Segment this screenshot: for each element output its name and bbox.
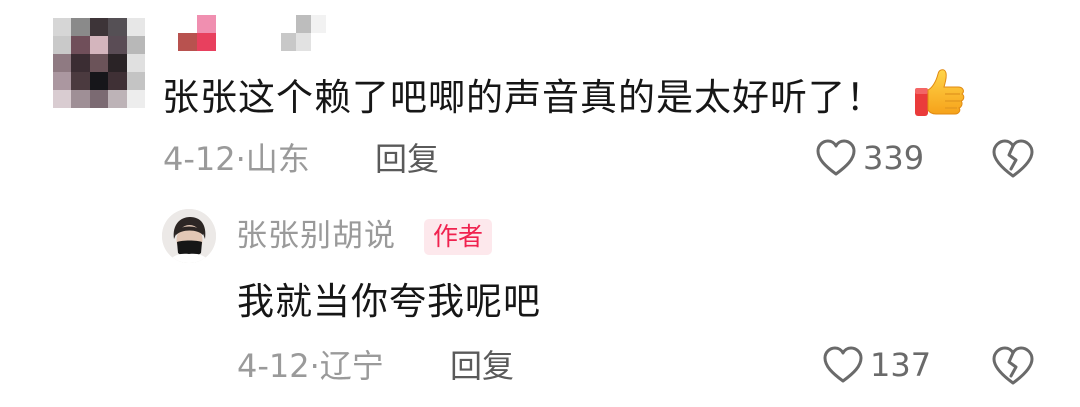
commenter-avatar[interactable]	[53, 18, 145, 108]
avatar-photo	[162, 209, 216, 263]
comment-date: 4-12	[163, 140, 236, 178]
reply-reply-button[interactable]: 回复	[450, 346, 514, 386]
broken-heart-icon[interactable]	[991, 138, 1035, 180]
author-badge: 作者	[424, 219, 493, 255]
broken-heart-icon[interactable]	[991, 345, 1035, 387]
comment-text: 张张这个赖了吧唧的声音真的是太好听了！	[162, 76, 884, 119]
like-count: 339	[863, 139, 925, 177]
reply-location: 辽宁	[319, 347, 384, 385]
reply-author-avatar[interactable]	[162, 209, 216, 263]
reply-like-button[interactable]: 137	[822, 345, 931, 385]
commenter-name-redacted	[178, 15, 216, 51]
meta-separator: ·	[235, 140, 246, 178]
reply-text: 我就当你夸我呢吧	[237, 280, 541, 323]
reply-author-name[interactable]: 张张别胡说	[236, 215, 396, 257]
reply-meta: 4-12·辽宁	[237, 346, 384, 386]
reply-date: 4-12	[237, 347, 310, 385]
commenter-name-redacted-2	[266, 15, 326, 51]
reply-like-count: 137	[870, 346, 932, 384]
heart-icon	[816, 139, 856, 176]
comment-location: 山东	[245, 140, 310, 178]
meta-separator: ·	[309, 347, 320, 385]
heart-icon	[823, 346, 863, 383]
comment-meta: 4-12·山东	[163, 139, 310, 179]
thumbs-up-icon	[915, 69, 965, 116]
reply-button[interactable]: 回复	[375, 139, 439, 179]
like-button[interactable]: 339	[815, 138, 924, 178]
